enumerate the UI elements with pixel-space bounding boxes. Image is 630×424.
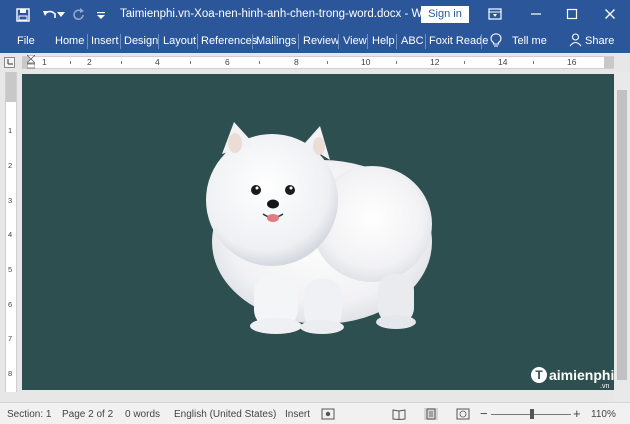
zoom-in-icon[interactable]: + — [573, 406, 581, 421]
window-title: Taimienphi.vn-Xoa-nen-hinh-anh-chen-tron… — [120, 8, 439, 20]
ruler-tick — [533, 61, 534, 64]
ruler-number: 6 — [225, 57, 230, 67]
tab-design[interactable]: Design — [124, 35, 158, 47]
tab-divider — [367, 34, 368, 49]
customize-quick-access-icon[interactable] — [92, 6, 110, 24]
read-mode-icon[interactable] — [392, 408, 406, 421]
ruler-number: 7 — [8, 334, 13, 343]
ruler-tick — [464, 61, 465, 64]
tab-selector-icon[interactable] — [4, 57, 15, 68]
watermark-logo: T aimienphi — [531, 367, 614, 383]
ruler-tick — [259, 61, 260, 64]
redo-icon[interactable] — [70, 6, 88, 24]
maximize-icon[interactable] — [562, 5, 582, 23]
tab-insert[interactable]: Insert — [91, 35, 119, 47]
ribbon-display-options-icon[interactable] — [485, 5, 505, 23]
language-indicator[interactable]: English (United States) — [174, 409, 276, 420]
minimize-icon[interactable] — [526, 5, 546, 23]
zoom-out-icon[interactable]: − — [480, 406, 488, 421]
pomeranian-dog-picture — [22, 74, 614, 390]
tab-divider — [425, 34, 426, 49]
scrollbar-thumb[interactable] — [617, 90, 627, 380]
tab-divider — [298, 34, 299, 49]
zoom-level[interactable]: 110% — [591, 409, 616, 420]
ruler-number: 16 — [567, 57, 577, 67]
ruler-number: 1 — [8, 126, 13, 135]
tab-divider — [481, 34, 482, 49]
tab-references[interactable]: References — [201, 35, 257, 47]
ruler-number: 2 — [87, 57, 92, 67]
ruler-tick — [121, 61, 122, 64]
ruler-number: 8 — [8, 369, 13, 378]
tab-divider — [87, 34, 88, 49]
tab-layout[interactable]: Layout — [163, 35, 196, 47]
ruler-top-margin — [6, 72, 16, 102]
horizontal-ruler-bar: 1 2 4 6 8 10 12 14 16 — [0, 53, 630, 72]
ruler-number: 4 — [155, 57, 160, 67]
insert-mode[interactable]: Insert — [285, 409, 310, 420]
inserted-picture[interactable] — [22, 74, 614, 390]
page-indicator[interactable]: Page 2 of 2 — [62, 409, 113, 420]
macro-record-icon[interactable] — [321, 408, 335, 420]
tab-divider — [252, 34, 253, 49]
ruler-number: 14 — [498, 57, 508, 67]
ruler-number: 3 — [8, 196, 13, 205]
save-icon[interactable] — [14, 6, 32, 24]
tab-divider — [197, 34, 198, 49]
tab-view[interactable]: View — [343, 35, 367, 47]
ruler-number: 4 — [8, 230, 13, 239]
tab-mailings[interactable]: Mailings — [256, 35, 296, 47]
lightbulb-icon[interactable] — [490, 33, 502, 51]
ruler-number: 8 — [294, 57, 299, 67]
person-icon[interactable] — [569, 33, 582, 50]
tab-file[interactable]: File — [17, 35, 35, 47]
watermark-t-icon: T — [531, 367, 547, 383]
ribbon-tabs: File Home Insert Design Layout Reference… — [0, 30, 630, 53]
share-button[interactable]: Share — [585, 35, 614, 47]
ruler-number: 12 — [430, 57, 440, 67]
ruler-number: 2 — [8, 161, 13, 170]
horizontal-ruler[interactable]: 1 2 4 6 8 10 12 14 16 — [22, 56, 614, 69]
tell-me-search[interactable]: Tell me — [512, 35, 547, 47]
tab-divider — [338, 34, 339, 49]
tab-home[interactable]: Home — [55, 35, 84, 47]
watermark-suffix: .vn — [600, 383, 610, 390]
tab-divider — [396, 34, 397, 49]
ruler-number: 10 — [361, 57, 371, 67]
print-layout-icon[interactable] — [424, 408, 438, 420]
indent-marker-icon[interactable] — [27, 55, 35, 70]
web-layout-icon[interactable] — [456, 408, 470, 420]
tab-abc[interactable]: ABC — [401, 35, 424, 47]
ruler-number: 5 — [8, 265, 13, 274]
ruler-tick — [190, 61, 191, 64]
undo-dropdown-icon[interactable] — [56, 6, 66, 24]
ruler-tick — [327, 61, 328, 64]
ruler-number: 6 — [8, 300, 13, 309]
watermark-text: aimienphi — [549, 367, 615, 383]
ruler-tick — [396, 61, 397, 64]
ruler-number: 1 — [42, 57, 47, 67]
title-bar: Taimienphi.vn-Xoa-nen-hinh-anh-chen-tron… — [0, 0, 630, 30]
tab-divider — [120, 34, 121, 49]
status-bar: Section: 1 Page 2 of 2 0 words English (… — [0, 402, 630, 424]
ruler-right-margin — [604, 57, 614, 68]
tab-review[interactable]: Review — [303, 35, 339, 47]
zoom-slider-thumb[interactable] — [530, 409, 534, 419]
tab-help[interactable]: Help — [372, 35, 395, 47]
vertical-ruler[interactable]: 1 2 3 4 5 6 7 8 — [5, 72, 17, 392]
section-indicator[interactable]: Section: 1 — [7, 409, 51, 420]
word-count[interactable]: 0 words — [125, 409, 160, 420]
close-icon[interactable] — [600, 5, 620, 23]
tab-foxit-reader[interactable]: Foxit Reade — [429, 35, 488, 47]
tab-divider — [158, 34, 159, 49]
ruler-tick — [70, 61, 71, 64]
sign-in-button[interactable]: Sign in — [421, 6, 469, 23]
